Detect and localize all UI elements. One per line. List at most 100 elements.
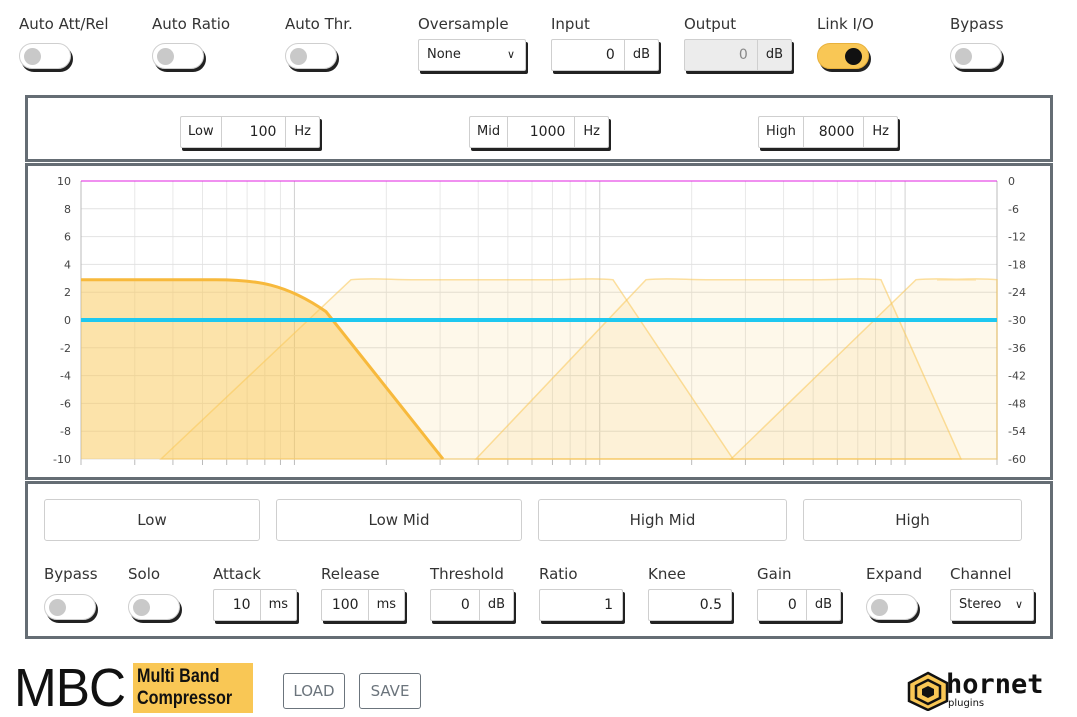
threshold-unit: dB	[478, 590, 513, 620]
y-tick-label-right: -30	[1008, 314, 1026, 327]
y-tick-label-left: 10	[57, 175, 71, 188]
knee-value: 0.5	[699, 597, 722, 613]
chevron-down-icon: ∨	[1014, 598, 1023, 611]
y-tick-label-right: -42	[1008, 370, 1026, 383]
link-io-toggle[interactable]	[817, 43, 869, 69]
band-bypass-toggle[interactable]	[44, 594, 96, 620]
link-io-label: Link I/O	[817, 15, 874, 33]
crossover-mid-unit: Hz	[574, 117, 608, 147]
band-button-high[interactable]: High	[803, 499, 1022, 541]
crossover-low-value: 100	[249, 124, 277, 140]
band-button-high-mid[interactable]: High Mid	[538, 499, 787, 541]
auto-att-rel-toggle[interactable]	[19, 43, 71, 69]
load-button[interactable]: LOAD	[283, 673, 345, 709]
oversample-select[interactable]: None ∨	[418, 39, 526, 71]
logo-main-text: MBC	[14, 658, 126, 717]
y-tick-label-left: 4	[64, 258, 71, 271]
y-tick-label-left: -2	[60, 342, 71, 355]
hornet-hexagon-icon	[907, 671, 949, 711]
brand-text: hornet	[946, 669, 1044, 700]
crossover-high-field[interactable]: High 8000 Hz	[758, 116, 898, 148]
y-tick-label-right: -54	[1008, 425, 1026, 438]
toggle-knob	[871, 599, 888, 616]
release-field[interactable]: 100 ms	[321, 589, 405, 621]
logo-line2: Compressor	[137, 688, 233, 709]
toggle-knob	[845, 48, 862, 65]
expand-toggle[interactable]	[866, 594, 918, 620]
oversample-label: Oversample	[418, 15, 509, 33]
attack-unit: ms	[259, 590, 296, 620]
gain-field[interactable]: 0 dB	[757, 589, 841, 621]
toggle-knob	[955, 48, 972, 65]
toggle-knob	[24, 48, 41, 65]
toggle-knob	[49, 599, 66, 616]
attack-field[interactable]: 10 ms	[213, 589, 297, 621]
toggle-knob	[290, 48, 307, 65]
channel-value: Stereo	[959, 597, 1002, 612]
y-tick-label-right: -60	[1008, 453, 1026, 466]
auto-thr-toggle[interactable]	[285, 43, 337, 69]
bypass-label: Bypass	[950, 15, 1004, 33]
crossover-mid-field[interactable]: Mid 1000 Hz	[469, 116, 609, 148]
band-button-low-mid[interactable]: Low Mid	[276, 499, 522, 541]
brand-sub-text: plugins	[948, 698, 985, 709]
y-tick-label-right: 0	[1008, 175, 1015, 188]
y-tick-label-right: -12	[1008, 231, 1026, 244]
expand-label: Expand	[866, 565, 923, 583]
solo-toggle[interactable]	[128, 594, 180, 620]
output-label: Output	[684, 15, 737, 33]
input-label: Input	[551, 15, 590, 33]
input-unit: dB	[623, 40, 658, 70]
auto-ratio-label: Auto Ratio	[152, 15, 231, 33]
ratio-field[interactable]: 1	[539, 589, 623, 621]
gain-unit: dB	[805, 590, 840, 620]
input-field[interactable]: 0 dB	[551, 39, 659, 71]
crossover-high-unit: Hz	[863, 117, 897, 147]
y-tick-label-left: -6	[60, 397, 71, 410]
attack-label: Attack	[213, 565, 261, 583]
y-tick-label-right: -6	[1008, 203, 1019, 216]
bypass-toggle[interactable]	[950, 43, 1002, 69]
gain-value: 0	[787, 597, 797, 613]
auto-ratio-toggle[interactable]	[152, 43, 204, 69]
crossover-high-value: 8000	[818, 124, 855, 140]
crossover-mid-label: Mid	[470, 117, 509, 147]
toggle-knob	[133, 599, 150, 616]
oversample-value: None	[427, 47, 461, 62]
ratio-label: Ratio	[539, 565, 578, 583]
y-tick-label-right: -18	[1008, 258, 1026, 271]
channel-select[interactable]: Stereo ∨	[950, 589, 1034, 621]
crossover-low-label: Low	[181, 117, 222, 147]
y-tick-label-left: 0	[64, 314, 71, 327]
hornet-logo: hornet plugins	[906, 670, 1066, 712]
band-response-graph[interactable]: 10 0 8 -6 6 -12 4 -18 2 -24 0 -30 -2 -36 -4 -42 -6 -48 -8 -…	[28, 167, 1050, 478]
save-button[interactable]: SAVE	[359, 673, 421, 709]
gain-label: Gain	[757, 565, 792, 583]
crossover-low-field[interactable]: Low 100 Hz	[180, 116, 320, 148]
band-button-low[interactable]: Low	[44, 499, 260, 541]
toggle-knob	[157, 48, 174, 65]
y-tick-label-left: -10	[53, 453, 71, 466]
input-value: 0	[605, 47, 615, 63]
channel-label: Channel	[950, 565, 1012, 583]
output-field: 0 dB	[684, 39, 792, 71]
output-unit: dB	[756, 40, 791, 70]
logo-badge: Multi Band Compressor	[133, 663, 253, 713]
crossover-mid-value: 1000	[529, 124, 566, 140]
knee-field[interactable]: 0.5	[648, 589, 732, 621]
band-bypass-label: Bypass	[44, 565, 98, 583]
y-tick-label-left: -4	[60, 370, 71, 383]
crossover-low-unit: Hz	[285, 117, 319, 147]
threshold-field[interactable]: 0 dB	[430, 589, 514, 621]
y-tick-label-right: -48	[1008, 397, 1026, 410]
ratio-value: 1	[604, 597, 613, 613]
threshold-label: Threshold	[430, 565, 504, 583]
release-unit: ms	[367, 590, 404, 620]
logo-line1: Multi Band	[137, 666, 220, 687]
y-tick-label-left: 6	[64, 231, 71, 244]
y-tick-label-right: -36	[1008, 342, 1026, 355]
knee-label: Knee	[648, 565, 686, 583]
output-value: 0	[738, 47, 748, 63]
release-value: 100	[331, 597, 359, 613]
y-tick-label-left: 8	[64, 203, 71, 216]
